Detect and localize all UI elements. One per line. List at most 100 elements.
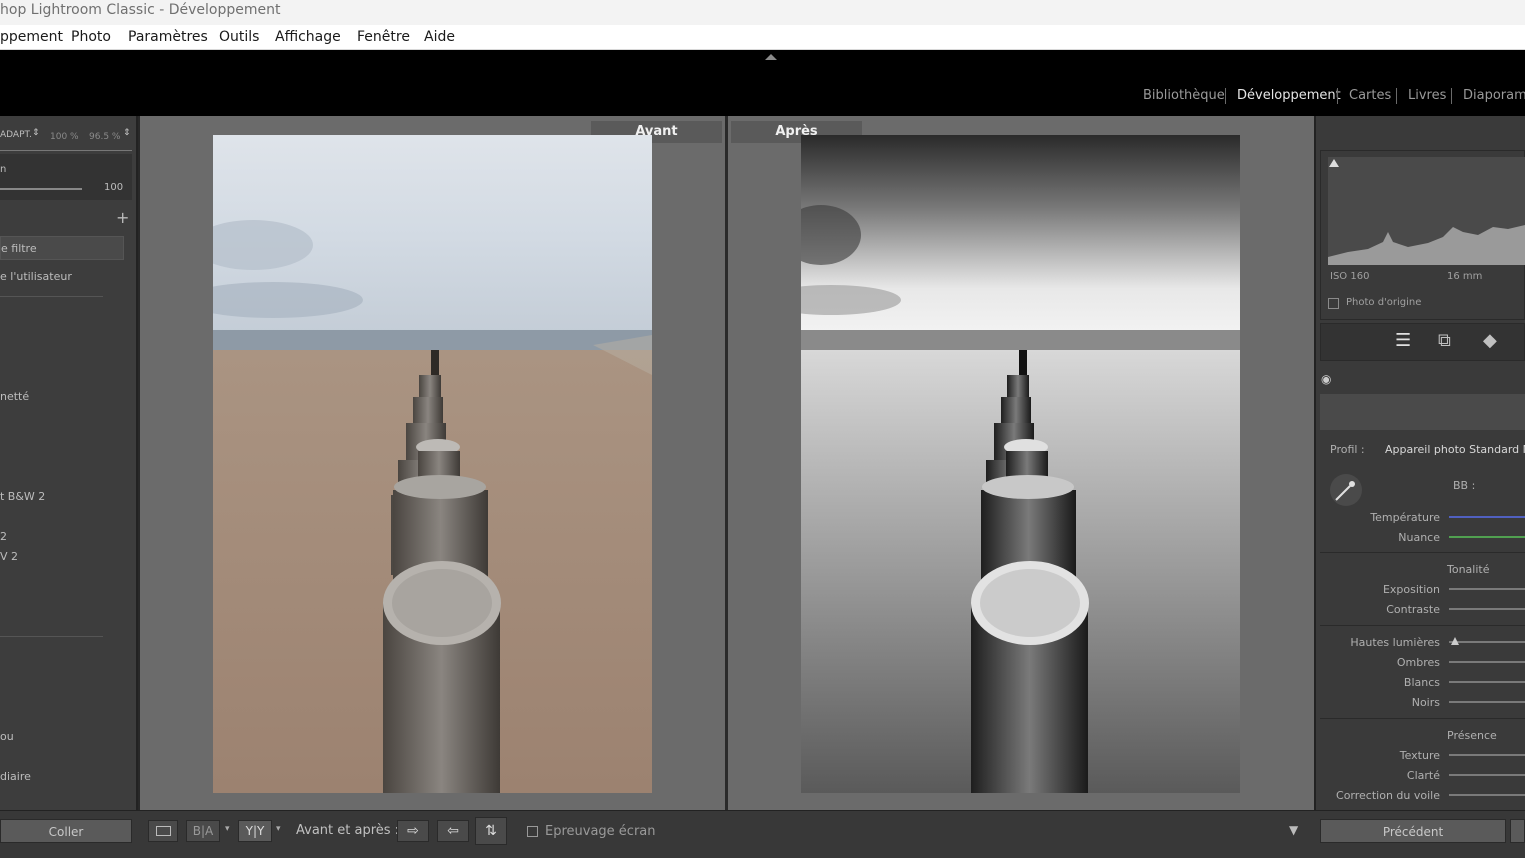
tint-label: Nuance	[1398, 531, 1440, 544]
eyedropper-icon[interactable]	[1330, 474, 1362, 506]
menu-fenetre[interactable]: Fenêtre	[357, 29, 410, 45]
shadow-clipping-icon[interactable]	[1329, 159, 1339, 167]
module-separator	[1225, 88, 1226, 104]
histogram-graph	[1328, 225, 1525, 265]
highlights-slider[interactable]	[1449, 641, 1525, 643]
after-photo[interactable]	[801, 135, 1240, 793]
blacks-slider[interactable]	[1449, 701, 1525, 703]
filter-field[interactable]: e filtre	[0, 236, 124, 260]
loupe-view-icon[interactable]	[148, 820, 178, 842]
dropdown-arrow-icon[interactable]: ▾	[276, 824, 281, 834]
paste-button[interactable]: Coller	[0, 819, 132, 843]
module-picker	[0, 50, 1525, 116]
dehaze-label: Correction du voile	[1336, 789, 1440, 802]
crop-icon[interactable]: ⧉	[1438, 330, 1451, 351]
sliders-icon[interactable]: ☰	[1395, 330, 1411, 351]
divider	[0, 296, 103, 297]
blacks-label: Noirs	[1411, 696, 1440, 709]
module-livres[interactable]: Livres	[1408, 88, 1446, 103]
module-cartes[interactable]: Cartes	[1349, 88, 1391, 103]
title-bar: hop Lightroom Classic - Développement	[0, 0, 1525, 25]
swap-settings-icon[interactable]: ⇅	[475, 817, 507, 845]
menu-photo[interactable]: Photo	[71, 29, 111, 45]
zoom-965[interactable]: 96.5 %	[89, 132, 120, 142]
module-developpement[interactable]: Développement	[1237, 88, 1341, 103]
texture-label: Texture	[1399, 749, 1440, 762]
texture-slider[interactable]	[1449, 754, 1525, 756]
module-separator	[1337, 88, 1338, 104]
divider	[1320, 552, 1525, 553]
preset-item[interactable]: netté	[0, 390, 29, 403]
before-after-split-icon[interactable]: Y|Y	[238, 820, 272, 842]
eraser-icon[interactable]: ◆	[1483, 330, 1497, 351]
before-photo[interactable]	[213, 135, 652, 793]
panel-header	[1320, 394, 1525, 430]
highlights-slider-handle[interactable]	[1451, 637, 1459, 645]
module-diaporama[interactable]: Diaporama	[1463, 88, 1525, 103]
amount-label: n	[0, 164, 7, 175]
module-separator	[1396, 88, 1397, 104]
module-bibliotheque[interactable]: Bibliothèque	[1143, 88, 1225, 103]
clarity-slider[interactable]	[1449, 774, 1525, 776]
module-separator	[1451, 88, 1452, 104]
reset-button[interactable]	[1510, 819, 1525, 843]
profile-label: Profil :	[1330, 443, 1365, 456]
toolbar-menu-icon[interactable]: ▼	[1289, 823, 1298, 837]
amount-slider[interactable]	[0, 188, 82, 190]
collapse-top-panel-icon[interactable]	[765, 54, 777, 60]
divider	[0, 150, 132, 151]
menu-developpement[interactable]: ppement	[0, 29, 63, 45]
before-after-leftright-icon[interactable]: B|A	[186, 820, 220, 842]
histogram[interactable]	[1328, 157, 1525, 265]
zoom-fit-dropdown-icon[interactable]: ⇕	[32, 128, 40, 138]
copy-after-to-before-icon[interactable]: ⇦	[437, 820, 469, 842]
preset-item[interactable]: t B&W 2	[0, 490, 45, 503]
whites-label: Blancs	[1403, 676, 1440, 689]
preset-item[interactable]: 2	[0, 530, 7, 543]
previous-button[interactable]: Précédent	[1320, 819, 1506, 843]
menu-affichage[interactable]: Affichage	[275, 29, 341, 45]
amount-value[interactable]: 100	[104, 182, 123, 193]
amount-box: n 100	[0, 154, 132, 200]
preset-item[interactable]: V 2	[0, 550, 18, 563]
dropdown-arrow-icon[interactable]: ▾	[225, 824, 230, 834]
shadows-label: Ombres	[1396, 656, 1440, 669]
user-presets-folder[interactable]: e l'utilisateur	[0, 270, 72, 283]
preset-item[interactable]: diaire	[0, 770, 31, 783]
shadows-slider[interactable]	[1449, 661, 1525, 663]
tone-header: Tonalité	[1447, 563, 1490, 576]
contrast-slider[interactable]	[1449, 608, 1525, 610]
iso-label: ISO 160	[1330, 271, 1370, 282]
exposure-slider[interactable]	[1449, 588, 1525, 590]
before-after-divider	[725, 116, 728, 810]
filter-label: e filtre	[1, 242, 37, 255]
temperature-slider[interactable]	[1449, 516, 1525, 518]
original-photo-checkbox[interactable]	[1328, 298, 1339, 309]
soft-proof-label: Epreuvage écran	[545, 824, 656, 839]
original-photo-label: Photo d'origine	[1346, 297, 1422, 308]
tint-slider[interactable]	[1449, 536, 1525, 538]
whites-slider[interactable]	[1449, 681, 1525, 683]
profile-value[interactable]: Appareil photo Standard N&B	[1385, 443, 1525, 456]
divider	[0, 636, 103, 637]
zoom-100[interactable]: 100 %	[50, 132, 79, 142]
zoom-fit-label[interactable]: ADAPT.	[0, 130, 32, 140]
zoom-dropdown-icon[interactable]: ⇕	[123, 128, 131, 138]
after-photo-image	[801, 135, 1240, 793]
menu-aide[interactable]: Aide	[424, 29, 455, 45]
temperature-label: Température	[1370, 511, 1440, 524]
eye-icon[interactable]: ◉	[1321, 372, 1331, 386]
focal-label: 16 mm	[1447, 271, 1483, 282]
plus-icon[interactable]: +	[116, 208, 129, 227]
window-title: hop Lightroom Classic - Développement	[0, 2, 281, 18]
copy-before-to-after-icon[interactable]: ⇨	[397, 820, 429, 842]
dehaze-slider[interactable]	[1449, 794, 1525, 796]
presence-header: Présence	[1447, 729, 1497, 742]
menu-outils[interactable]: Outils	[219, 29, 259, 45]
before-photo-image	[213, 135, 652, 793]
menu-parametres[interactable]: Paramètres	[128, 29, 208, 45]
exposure-label: Exposition	[1382, 583, 1440, 596]
soft-proof-checkbox[interactable]	[527, 826, 538, 837]
preset-item[interactable]: ou	[0, 730, 14, 743]
left-panel: ADAPT. ⇕ 100 % 96.5 % ⇕ n 100 + e filtre…	[0, 116, 138, 810]
